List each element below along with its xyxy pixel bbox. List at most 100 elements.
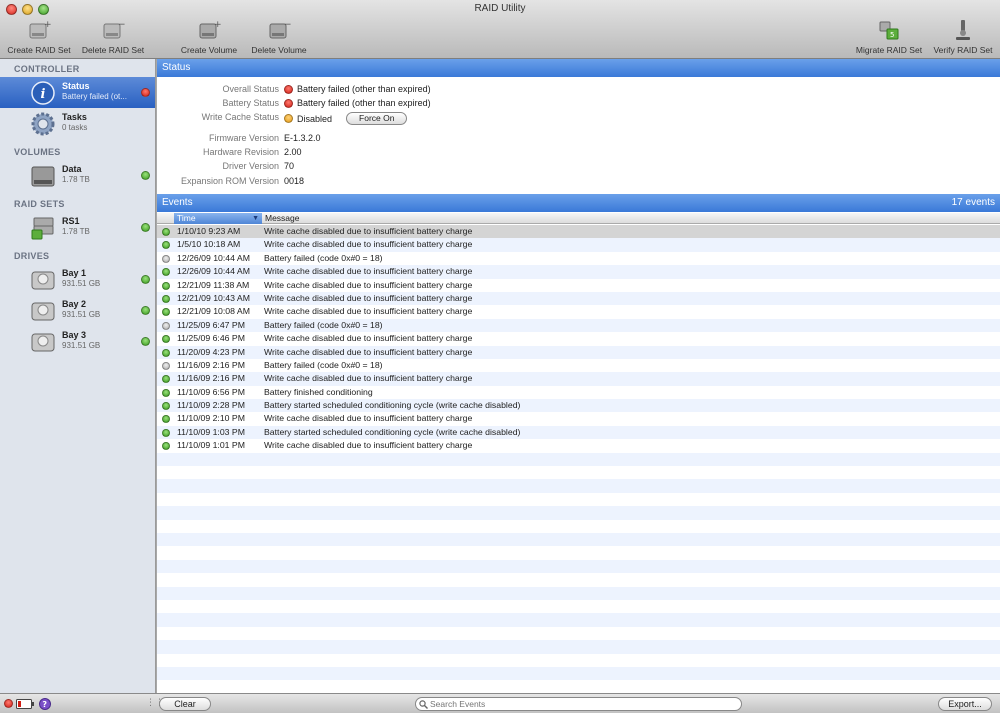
empty-row bbox=[157, 640, 1000, 654]
table-row[interactable]: 11/25/09 6:47 PM Battery failed (code 0x#… bbox=[157, 318, 1000, 333]
sidebar-item-drive-bay-1[interactable]: Bay 1 931.51 GB bbox=[0, 264, 155, 295]
empty-row bbox=[157, 680, 1000, 693]
empty-row bbox=[157, 546, 1000, 559]
hard-drive-icon bbox=[31, 302, 55, 321]
event-time: 11/10/09 2:10 PM bbox=[177, 413, 245, 424]
svg-text:+: + bbox=[214, 20, 221, 30]
event-message: Battery failed (code 0x#0 = 18) bbox=[264, 359, 383, 370]
event-status-indicator bbox=[162, 294, 170, 303]
volume-disk-icon bbox=[31, 166, 55, 187]
event-message: Write cache disabled due to insufficient… bbox=[264, 373, 473, 384]
event-status-indicator bbox=[162, 375, 170, 384]
search-icon bbox=[419, 700, 428, 709]
events-count: 17 events bbox=[951, 197, 995, 208]
hardware-revision-row: Hardware Revision 2.00 bbox=[202, 147, 302, 157]
event-status-indicator bbox=[162, 254, 170, 263]
window-title: RAID Utility bbox=[474, 3, 526, 14]
time-column-header[interactable]: Time ▼ bbox=[174, 213, 262, 224]
event-time: 11/10/09 6:56 PM bbox=[177, 386, 245, 397]
empty-row bbox=[157, 654, 1000, 667]
status-error-indicator bbox=[141, 88, 150, 97]
empty-row bbox=[157, 666, 1000, 681]
empty-row bbox=[157, 520, 1000, 533]
table-row[interactable]: 11/16/09 2:16 PM Battery failed (code 0x#… bbox=[157, 359, 1000, 372]
event-message: Write cache disabled due to insufficient… bbox=[264, 239, 473, 250]
empty-row bbox=[157, 613, 1000, 627]
event-time: 12/21/09 10:43 AM bbox=[177, 292, 250, 303]
table-row[interactable]: 1/5/10 10:18 AM Write cache disabled due … bbox=[157, 238, 1000, 252]
overall-status-row: Overall Status Battery failed (other tha… bbox=[222, 84, 431, 94]
event-time: 1/5/10 10:18 AM bbox=[177, 239, 241, 250]
table-row[interactable]: 11/20/09 4:23 PM Write cache disabled due… bbox=[157, 345, 1000, 359]
empty-row bbox=[157, 627, 1000, 640]
force-on-button[interactable]: Force On bbox=[346, 112, 408, 125]
sidebar-item-drive-bay-2[interactable]: Bay 2 931.51 GB bbox=[0, 295, 155, 326]
event-time: 12/26/09 10:44 AM bbox=[177, 252, 250, 263]
event-time: 11/10/09 1:01 PM bbox=[177, 440, 245, 451]
svg-text:i: i bbox=[41, 87, 46, 102]
table-row[interactable]: 12/21/09 10:08 AM Write cache disabled du… bbox=[157, 305, 1000, 318]
write-cache-status-row: Write Cache Status Disabled Force On bbox=[157, 112, 757, 125]
migrate-raid-set-button[interactable]: 5 Migrate RAID Set bbox=[851, 18, 927, 56]
event-status-indicator bbox=[162, 228, 170, 236]
event-message: Write cache disabled due to insufficient… bbox=[264, 333, 473, 344]
help-icon[interactable]: ? bbox=[39, 698, 51, 710]
event-message: Write cache disabled due to insufficient… bbox=[264, 306, 473, 317]
table-row[interactable]: 12/21/09 11:38 AM Write cache disabled du… bbox=[157, 279, 1000, 292]
battery-status-indicator bbox=[284, 98, 293, 108]
empty-row bbox=[157, 573, 1000, 586]
event-message: Battery started scheduled conditioning c… bbox=[264, 426, 521, 437]
overall-status-indicator bbox=[284, 84, 293, 94]
clear-button[interactable]: Clear bbox=[159, 697, 211, 711]
sidebar-item-volume-data[interactable]: Data 1.78 TB bbox=[0, 160, 155, 191]
message-column-header[interactable]: Message bbox=[265, 213, 300, 224]
table-row[interactable]: 11/10/09 2:10 PM Write cache disabled due… bbox=[157, 412, 1000, 425]
event-status-indicator bbox=[162, 321, 170, 330]
sidebar-item-raid-set-rs1[interactable]: RS1 1.78 TB bbox=[0, 212, 155, 243]
create-raid-set-button[interactable]: + Create RAID Set bbox=[4, 18, 74, 56]
main-pane: Status Overall Status Battery failed (ot… bbox=[157, 59, 1000, 693]
drive-ok-indicator bbox=[141, 337, 150, 346]
event-time: 11/10/09 2:28 PM bbox=[177, 400, 245, 411]
delete-volume-button[interactable]: − Delete Volume bbox=[246, 18, 312, 56]
controller-error-indicator bbox=[4, 699, 13, 708]
event-status-indicator bbox=[162, 281, 170, 290]
table-row[interactable]: 11/10/09 1:01 PM Write cache disabled due… bbox=[157, 439, 1000, 452]
event-time: 12/21/09 11:38 AM bbox=[177, 279, 250, 290]
svg-text:?: ? bbox=[42, 700, 47, 709]
event-message: Battery finished conditioning bbox=[264, 386, 373, 397]
event-message: Write cache disabled due to insufficient… bbox=[264, 292, 473, 303]
sidebar: CONTROLLER i Status Battery failed (ot..… bbox=[0, 59, 156, 693]
bottom-bar: ? ⋮⋮ Clear Export... bbox=[0, 693, 1000, 713]
export-button[interactable]: Export... bbox=[938, 697, 992, 711]
table-row[interactable]: 11/10/09 2:28 PM Battery started schedule… bbox=[157, 399, 1000, 413]
sidebar-item-tasks[interactable]: Tasks 0 tasks bbox=[0, 108, 155, 139]
empty-row bbox=[157, 600, 1000, 613]
svg-text:+: + bbox=[44, 20, 51, 30]
table-row[interactable]: 1/10/10 9:23 AM Write cache disabled due … bbox=[157, 225, 1000, 239]
battery-status-row: Battery Status Battery failed (other tha… bbox=[222, 98, 431, 108]
event-status-indicator bbox=[162, 335, 170, 344]
svg-text:−: − bbox=[118, 20, 125, 30]
table-row[interactable]: 11/10/09 1:03 PM Battery started schedule… bbox=[157, 425, 1000, 440]
raid-set-ok-indicator bbox=[141, 223, 150, 232]
table-row[interactable]: 11/16/09 2:16 PM Write cache disabled due… bbox=[157, 372, 1000, 386]
create-volume-icon: + bbox=[199, 20, 221, 39]
microscope-icon bbox=[956, 20, 970, 40]
sidebar-item-status[interactable]: i Status Battery failed (ot... bbox=[0, 77, 155, 108]
table-row[interactable]: 12/26/09 10:44 AM Battery failed (code 0x… bbox=[157, 252, 1000, 265]
event-time: 12/26/09 10:44 AM bbox=[177, 266, 250, 277]
verify-raid-set-button[interactable]: Verify RAID Set bbox=[929, 18, 997, 56]
table-row[interactable]: 11/10/09 6:56 PM Battery finished conditi… bbox=[157, 386, 1000, 399]
table-row[interactable]: 12/26/09 10:44 AM Write cache disabled du… bbox=[157, 265, 1000, 279]
table-row[interactable]: 12/21/09 10:43 AM Write cache disabled du… bbox=[157, 291, 1000, 306]
search-events-input[interactable] bbox=[415, 697, 742, 711]
delete-raid-set-icon: − bbox=[103, 20, 125, 39]
events-table[interactable]: 1/10/10 9:23 AM Write cache disabled due … bbox=[157, 225, 1000, 693]
raid-sets-heading: RAID SETS bbox=[14, 199, 65, 209]
create-volume-button[interactable]: + Create Volume bbox=[176, 18, 242, 56]
table-row[interactable]: 11/25/09 6:46 PM Write cache disabled due… bbox=[157, 332, 1000, 345]
empty-row bbox=[157, 586, 1000, 600]
delete-raid-set-button[interactable]: − Delete RAID Set bbox=[78, 18, 148, 56]
sidebar-item-drive-bay-3[interactable]: Bay 3 931.51 GB bbox=[0, 326, 155, 357]
